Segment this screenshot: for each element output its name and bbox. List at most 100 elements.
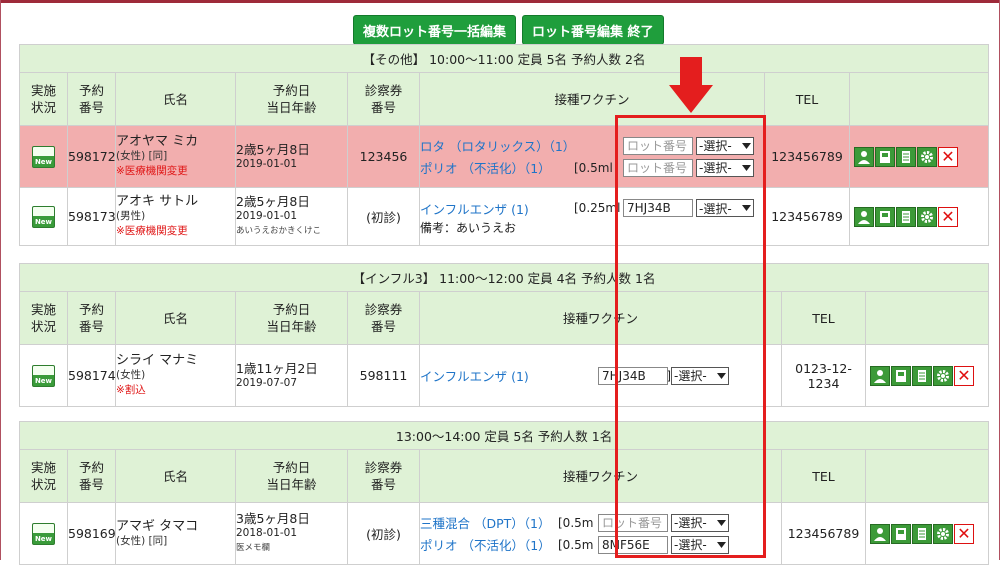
actions-cell: ✕ bbox=[864, 502, 990, 565]
down-arrow-icon bbox=[669, 57, 713, 113]
gear-icon[interactable] bbox=[933, 365, 953, 386]
status-cell: New bbox=[19, 187, 68, 246]
vaccine-link[interactable]: 三種混合 （DPT）（1） bbox=[420, 513, 550, 532]
new-status-icon[interactable]: New bbox=[32, 522, 55, 545]
patient-icon[interactable] bbox=[870, 365, 890, 386]
patient-icon[interactable] bbox=[854, 146, 874, 167]
col-reservation-no: 予約 番号 bbox=[67, 291, 116, 345]
vaccine-link[interactable]: インフルエンザ (1) bbox=[420, 366, 529, 385]
col-date: 予約日 当日年齢 bbox=[235, 72, 348, 126]
top-border bbox=[0, 0, 1000, 3]
col-vaccine: 接種ワクチン bbox=[419, 449, 782, 503]
delete-icon[interactable]: ✕ bbox=[938, 206, 958, 227]
col-name: 氏名 bbox=[115, 449, 236, 503]
document-icon[interactable] bbox=[896, 146, 916, 167]
vaccine-dose: [0.5ml bbox=[574, 160, 613, 175]
chevron-down-icon bbox=[742, 142, 751, 149]
vaccine-line: ポリオ （不活化）（1） [0.5m -選択- bbox=[420, 534, 781, 556]
col-status: 実施 状況 bbox=[19, 449, 68, 503]
new-status-icon[interactable]: New bbox=[32, 364, 55, 387]
new-status-icon[interactable]: New bbox=[32, 145, 55, 168]
schedule-group: 13:00〜14:00 定員 5名 予約人数 1名 実施 状況 予約 番号 氏名 予… bbox=[18, 421, 990, 565]
vaccine-link[interactable]: ポリオ （不活化）（1） bbox=[420, 535, 551, 554]
lot-number-input[interactable] bbox=[623, 158, 693, 177]
vaccine-link[interactable]: ロタ （ロタリックス）（1） bbox=[420, 136, 575, 155]
delete-icon[interactable]: ✕ bbox=[938, 146, 958, 167]
patient-icon[interactable] bbox=[854, 206, 874, 227]
lot-number-input[interactable] bbox=[623, 199, 693, 217]
patient-name: シライ マナミ bbox=[116, 353, 199, 368]
lot-number-input[interactable] bbox=[623, 136, 693, 155]
actions-cell: ✕ bbox=[848, 125, 990, 188]
gear-icon[interactable] bbox=[917, 146, 937, 167]
book-icon[interactable] bbox=[875, 206, 895, 227]
book-icon[interactable] bbox=[875, 146, 895, 167]
vaccine-link[interactable]: ポリオ （不活化）（1） bbox=[420, 158, 551, 177]
lot-select[interactable]: -選択- bbox=[671, 535, 729, 554]
ticket-no: (初診) bbox=[347, 502, 420, 565]
reservation-date: 2019-07-07 bbox=[236, 376, 298, 389]
lot-select[interactable]: -選択- bbox=[696, 158, 754, 177]
reservation-date: 2019-01-01 bbox=[236, 157, 298, 170]
lot-select[interactable]: -選択- bbox=[671, 513, 729, 532]
delete-icon[interactable]: ✕ bbox=[954, 365, 974, 386]
patient-gender: (男性) bbox=[116, 210, 146, 222]
lot-select-value: -選択- bbox=[699, 161, 732, 175]
table-row: New 598172 アオヤマ ミカ (女性) [同] ※医療機関変更 2歳5ヶ… bbox=[19, 125, 990, 188]
lot-number-input[interactable] bbox=[598, 513, 668, 532]
document-icon[interactable] bbox=[912, 365, 932, 386]
date-cell: 1歳11ヶ月2日 2019-07-07 bbox=[235, 344, 348, 407]
vaccine-line: インフルエンザ (1) [0.25ml] -選択- bbox=[420, 365, 781, 387]
gear-icon[interactable] bbox=[933, 523, 953, 544]
group-caption: 【インフル3】 11:00〜12:00 定員 4名 予約人数 1名 bbox=[18, 263, 990, 292]
vaccine-line: ポリオ （不活化）（1） [0.5ml -選択- bbox=[420, 157, 764, 179]
lot-select[interactable]: -選択- bbox=[696, 136, 754, 155]
table-row: New 598174 シライ マナミ (女性) ※割込 1歳11ヶ月2日 201… bbox=[19, 344, 990, 407]
group-caption: 13:00〜14:00 定員 5名 予約人数 1名 bbox=[18, 421, 990, 450]
status-cell: New bbox=[19, 344, 68, 407]
chevron-down-icon bbox=[742, 164, 751, 171]
document-icon[interactable] bbox=[896, 206, 916, 227]
lot-select-value: -選択- bbox=[699, 139, 732, 153]
vaccine-cell: インフルエンザ (1) [0.25ml -選択- 備考：あいうえお bbox=[419, 187, 765, 246]
lot-select[interactable]: -選択- bbox=[671, 366, 729, 385]
patient-name: アオヤマ ミカ bbox=[116, 134, 199, 149]
reservation-date: 2019-01-01 bbox=[236, 210, 298, 222]
lot-number-input[interactable] bbox=[598, 366, 668, 385]
row-actions: ✕ bbox=[866, 523, 988, 544]
reservation-date: 2018-01-01 bbox=[236, 527, 298, 539]
document-icon[interactable] bbox=[912, 523, 932, 544]
lot-select-value: -選択- bbox=[674, 516, 707, 530]
lot-number-input[interactable] bbox=[598, 535, 668, 554]
actions-cell: ✕ bbox=[848, 187, 990, 246]
patient-flag: ※割込 bbox=[116, 384, 146, 396]
col-name: 氏名 bbox=[115, 72, 236, 126]
patient-gender: (女性) [同] bbox=[116, 150, 168, 162]
gear-icon[interactable] bbox=[917, 206, 937, 227]
vaccine-link[interactable]: インフルエンザ (1) bbox=[420, 199, 529, 218]
col-status: 実施 状況 bbox=[19, 72, 68, 126]
left-border bbox=[0, 0, 1, 560]
bulk-lot-edit-button[interactable]: 複数ロット番号一括編集 bbox=[353, 15, 517, 45]
schedule-group: 【インフル3】 11:00〜12:00 定員 4名 予約人数 1名 実施 状況 予… bbox=[18, 263, 990, 407]
lot-edit-end-button[interactable]: ロット番号編集 終了 bbox=[522, 15, 664, 45]
lot-select[interactable]: -選択- bbox=[696, 199, 754, 217]
patient-name: アマギ タマコ bbox=[116, 518, 199, 534]
delete-icon[interactable]: ✕ bbox=[954, 523, 974, 544]
reservation-no: 598173 bbox=[67, 187, 116, 246]
patient-cell: シライ マナミ (女性) ※割込 bbox=[115, 344, 236, 407]
book-icon[interactable] bbox=[891, 523, 911, 544]
patient-icon[interactable] bbox=[870, 523, 890, 544]
col-actions bbox=[864, 291, 990, 345]
patient-flag: ※医療機関変更 bbox=[116, 165, 188, 177]
book-icon[interactable] bbox=[891, 365, 911, 386]
date-cell: 2歳5ヶ月8日 2019-01-01 あいうえおかきくけこ bbox=[235, 187, 348, 246]
new-status-icon[interactable]: New bbox=[32, 205, 55, 228]
patient-name: アオキ サトル bbox=[116, 194, 199, 209]
col-date: 予約日 当日年齢 bbox=[235, 449, 348, 503]
tel: 123456789 bbox=[764, 125, 850, 188]
reservation-no: 598174 bbox=[67, 344, 116, 407]
row-actions: ✕ bbox=[850, 206, 988, 227]
ticket-no: 123456 bbox=[347, 125, 420, 188]
col-status: 実施 状況 bbox=[19, 291, 68, 345]
